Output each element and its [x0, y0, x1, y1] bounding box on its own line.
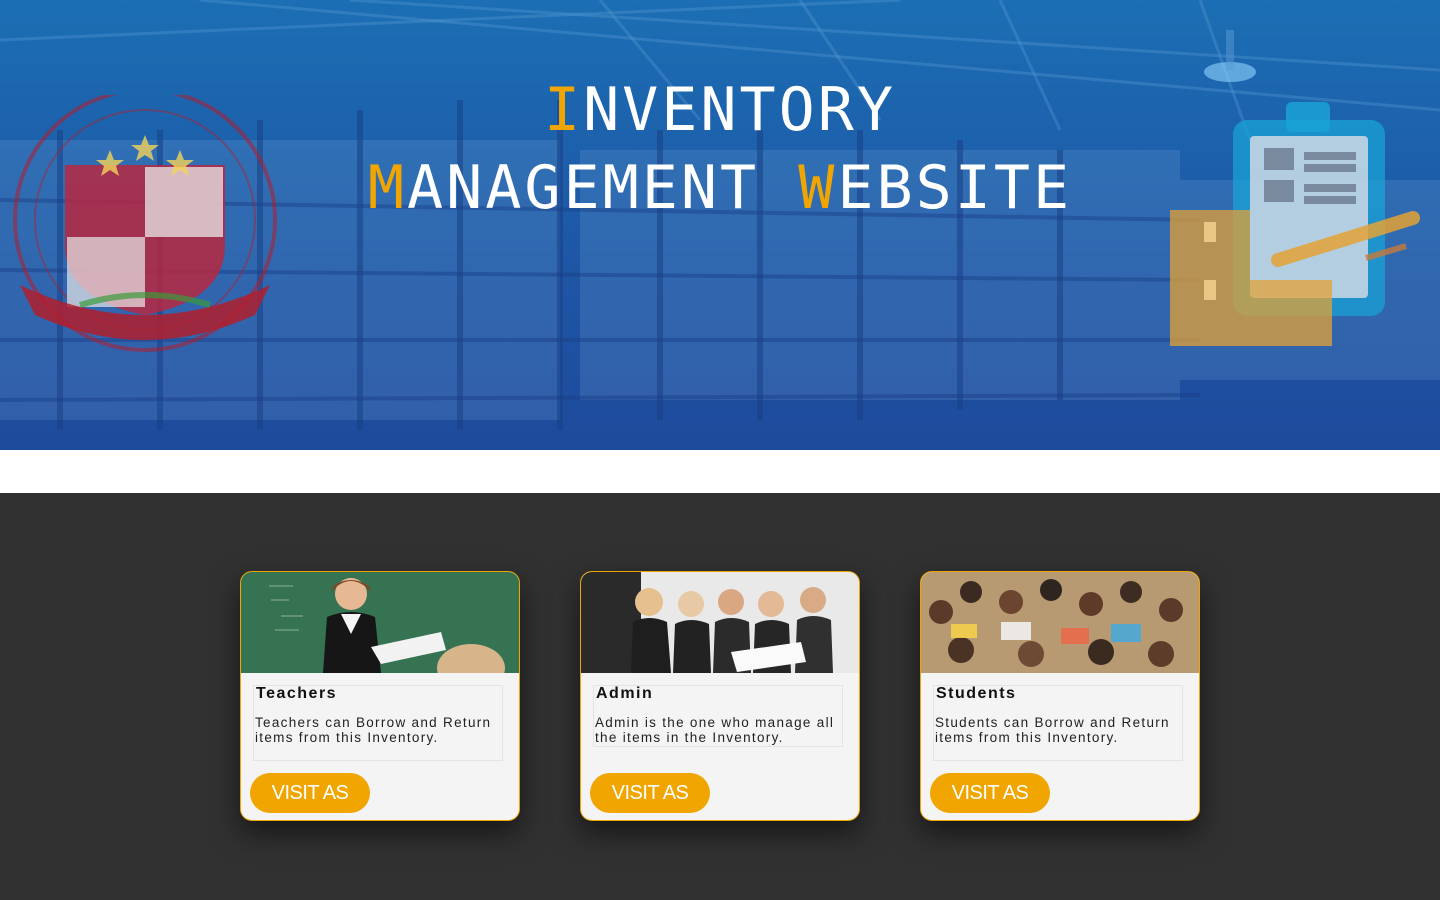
page-title-line-1: INVENTORY [0, 70, 1440, 150]
card-description: Admin is the one who manage all the item… [595, 715, 835, 745]
title-initial-w: W [798, 153, 838, 223]
admin-photo [581, 572, 859, 673]
visit-as-teachers-button[interactable]: VISIT AS [250, 773, 370, 813]
visit-as-admin-button[interactable]: VISIT AS [590, 773, 710, 813]
role-card-teachers: Teachers Teachers can Borrow and Return … [240, 571, 520, 821]
page-title-line-2: MANAGEMENT WEBSITE [0, 148, 1440, 228]
visit-as-students-button[interactable]: VISIT AS [930, 773, 1050, 813]
title-initial-m: M [367, 153, 407, 223]
card-title: Teachers [256, 685, 338, 702]
card-title: Admin [596, 685, 654, 702]
students-photo [921, 572, 1199, 673]
card-description: Teachers can Borrow and Return items fro… [255, 715, 492, 745]
role-card-students: Students Students can Borrow and Return … [920, 571, 1200, 821]
title-initial-i: I [543, 75, 584, 145]
teacher-photo [241, 572, 519, 673]
title-text: ANAGEMENT [407, 153, 799, 223]
hero-banner: INVENTORY MANAGEMENT WEBSITE [0, 0, 1440, 450]
title-text: NVENTORY [583, 75, 897, 145]
card-title: Students [936, 685, 1017, 702]
card-description: Students can Borrow and Return items fro… [935, 715, 1170, 745]
title-text: EBSITE [837, 153, 1073, 223]
role-card-admin: Admin Admin is the one who manage all th… [580, 571, 860, 821]
